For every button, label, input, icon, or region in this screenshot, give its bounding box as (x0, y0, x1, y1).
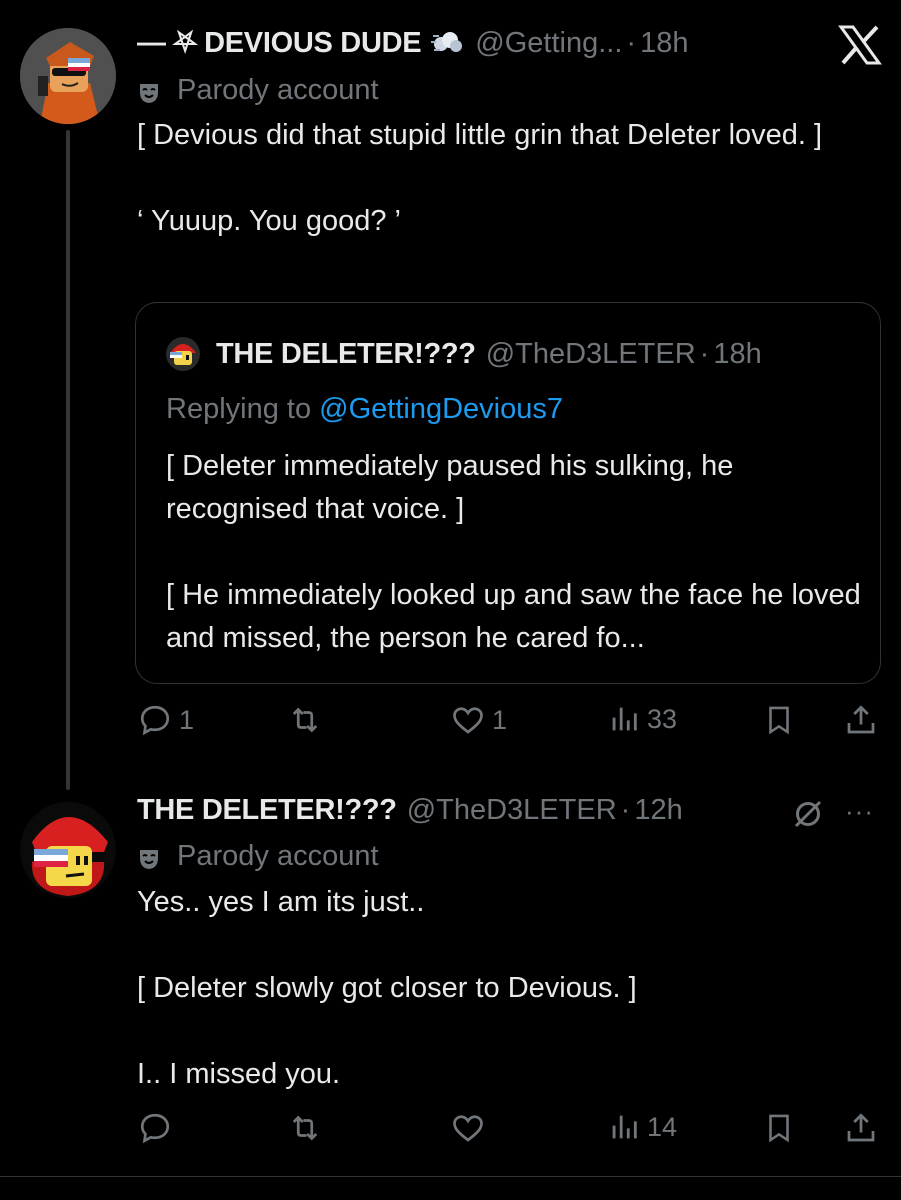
parody-text: Parody account (177, 840, 379, 872)
reply-icon (140, 1113, 170, 1144)
body-line: ‘ Yuuup. You good? ’ (137, 205, 401, 237)
reply-button[interactable] (137, 1110, 173, 1146)
like-button[interactable]: 1 (450, 702, 507, 738)
quote-line (166, 531, 866, 574)
reply-button[interactable]: 1 (137, 702, 194, 738)
quote-display-name[interactable]: THE DELETER!??? (216, 338, 476, 371)
retweet-icon (292, 1115, 318, 1141)
quote-handle[interactable]: @TheD3LETER (486, 338, 696, 371)
bookmark-button[interactable] (762, 702, 796, 738)
quote-line: [ He immediately looked up and saw the f… (166, 579, 861, 654)
replying-to: Replying to @GettingDevious7 (166, 393, 563, 426)
divider (0, 1176, 901, 1177)
retweet-button[interactable] (287, 702, 323, 738)
tweet-devious: — ⛧ DEVIOUS DUDE @Getting... · 18h Parod… (0, 0, 901, 760)
quote-timestamp: 18h (713, 337, 762, 370)
quote-body: [ Deleter immediately paused his sulking… (166, 445, 866, 660)
views-icon (612, 707, 637, 731)
tweet-header: — ⛧ DEVIOUS DUDE @Getting... · 18h (137, 25, 688, 61)
parody-mask-icon (137, 78, 161, 103)
retweet-icon (292, 707, 318, 733)
reply-icon (140, 705, 170, 736)
quote-line: [ Deleter immediately paused his sulking… (166, 450, 734, 525)
separator-dot: · (626, 27, 637, 59)
bookmark-button[interactable] (762, 1110, 796, 1146)
parody-mask-icon (137, 844, 161, 869)
body-line: [ Devious did that stupid little grin th… (137, 119, 823, 151)
parody-label: Parody account (137, 72, 379, 108)
separator-dot: · (699, 337, 710, 370)
handle[interactable]: @Getting... (475, 25, 622, 61)
share-icon (847, 705, 875, 734)
body-line: [ Deleter slowly got closer to Devious. … (137, 972, 637, 1004)
replying-mention[interactable]: @GettingDevious7 (319, 393, 563, 425)
body-line (137, 157, 867, 200)
tweet-header: THE DELETER!??? @TheD3LETER · 12h (137, 792, 683, 828)
body-line: I.. I missed you. (137, 1058, 341, 1090)
quoted-tweet[interactable]: THE DELETER!??? @TheD3LETER · 18h Replyi… (135, 302, 881, 684)
display-name[interactable]: THE DELETER!??? (137, 792, 397, 828)
views-count: 14 (647, 1111, 678, 1142)
more-options-button[interactable]: ··· (845, 796, 874, 827)
display-name[interactable]: — ⛧ DEVIOUS DUDE (137, 25, 422, 61)
bookmark-icon (769, 1114, 789, 1143)
body-line (137, 924, 867, 967)
body-line (137, 1010, 867, 1053)
heart-icon (453, 707, 483, 734)
action-bar: 14 (137, 1110, 882, 1150)
avatar-devious[interactable] (20, 28, 116, 124)
quote-avatar[interactable] (166, 337, 200, 371)
views-button[interactable]: 14 (607, 1110, 677, 1144)
body-line: Yes.. yes I am its just.. (137, 886, 425, 918)
avatar-deleter[interactable] (20, 802, 116, 898)
views-count: 33 (647, 703, 678, 734)
parody-text: Parody account (177, 74, 379, 106)
views-button[interactable]: 33 (607, 702, 677, 736)
like-count: 1 (492, 704, 508, 735)
like-button[interactable] (450, 1110, 486, 1146)
handle[interactable]: @TheD3LETER (407, 792, 617, 828)
bookmark-icon (769, 706, 789, 735)
grok-icon[interactable] (790, 796, 826, 837)
timestamp[interactable]: 12h (634, 792, 682, 828)
share-button[interactable] (843, 702, 879, 738)
steam-emoji-icon (431, 28, 465, 58)
action-bar: 1 1 33 (137, 702, 882, 742)
parody-label: Parody account (137, 838, 379, 874)
heart-icon (453, 1115, 483, 1142)
quote-header: THE DELETER!??? @TheD3LETER · 18h (166, 337, 762, 371)
views-icon (612, 1115, 637, 1139)
separator-dot: · (620, 794, 631, 826)
share-icon (847, 1113, 875, 1142)
reply-count: 1 (179, 704, 195, 735)
tweet-body: [ Devious did that stupid little grin th… (137, 114, 867, 243)
tweet-body: Yes.. yes I am its just.. [ Deleter slow… (137, 881, 867, 1096)
tweet-deleter: THE DELETER!??? @TheD3LETER · 12h Parody… (0, 780, 901, 1170)
timestamp[interactable]: 18h (640, 25, 688, 61)
retweet-button[interactable] (287, 1110, 323, 1146)
share-button[interactable] (843, 1110, 879, 1146)
replying-prefix: Replying to (166, 393, 320, 425)
